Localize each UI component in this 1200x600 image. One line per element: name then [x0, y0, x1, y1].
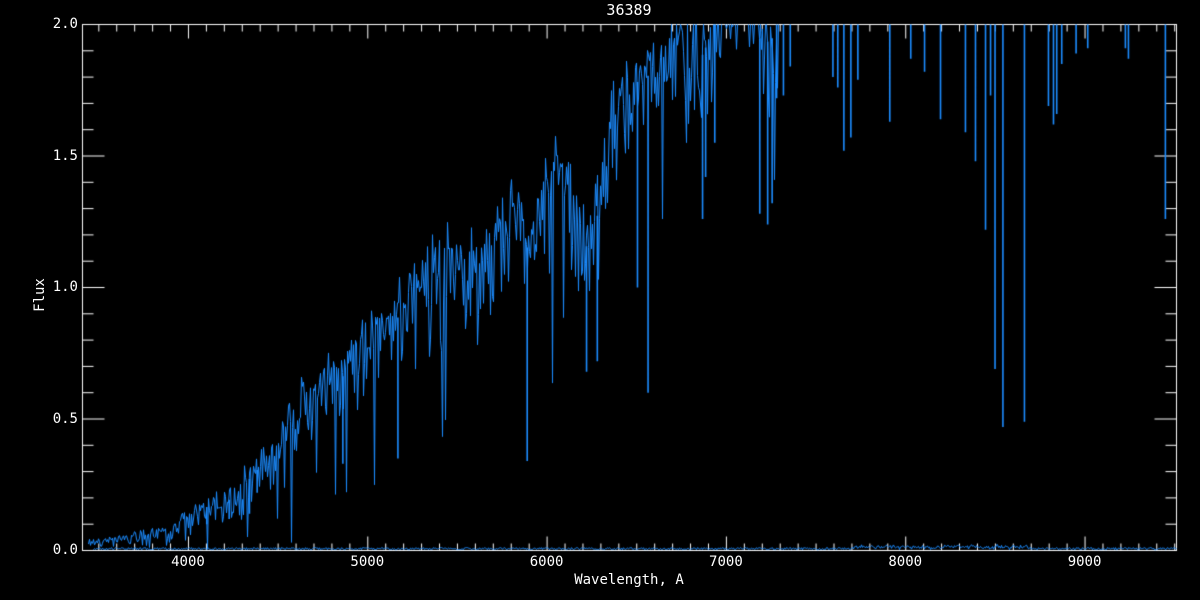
x-axis-label: Wavelength, A — [574, 572, 684, 588]
spectrum-plot-canvas — [0, 0, 1200, 600]
y-tick-label: 2.0 — [52, 16, 78, 32]
x-tick-label: 7000 — [709, 554, 743, 570]
y-tick-label: 1.5 — [52, 147, 78, 164]
chart-title: 36389 — [606, 1, 652, 19]
x-tick-label: 4000 — [171, 554, 205, 570]
spectrum-plot-window: 36389 Flux Wavelength, A 4000 5000 6000 700… — [0, 0, 1200, 600]
x-tick-label: 6000 — [529, 554, 564, 570]
y-axis-label: Flux — [32, 278, 48, 312]
y-tick-label: 0.0 — [52, 542, 78, 558]
x-tick-label: 9000 — [1067, 554, 1102, 570]
y-tick-label: 0.5 — [52, 410, 78, 427]
x-tick-label: 5000 — [350, 554, 385, 570]
y-tick-label: 1.0 — [52, 279, 78, 295]
x-tick-label: 8000 — [888, 554, 923, 570]
